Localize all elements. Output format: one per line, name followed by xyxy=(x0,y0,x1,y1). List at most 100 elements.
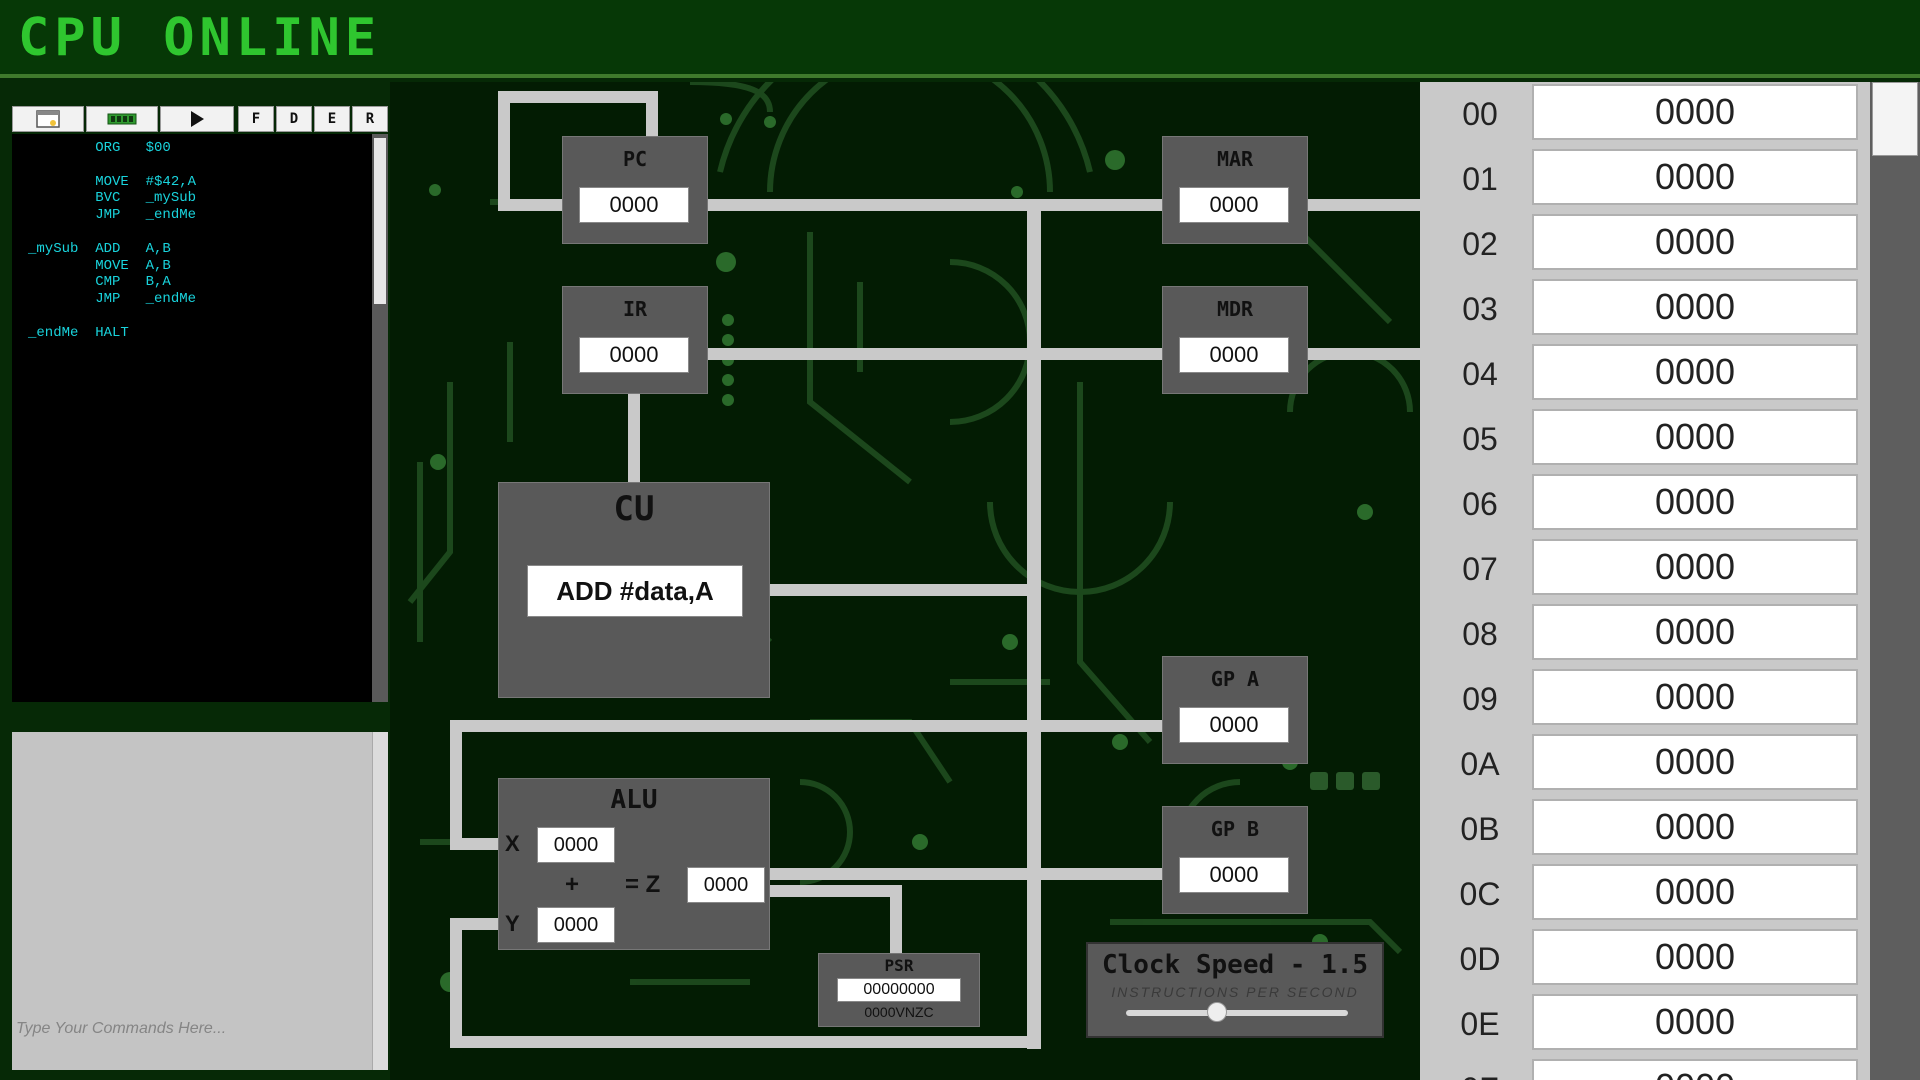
bus-line xyxy=(706,348,1162,360)
memory-row: 0B 0000 xyxy=(1420,797,1860,862)
memory-row: 0C 0000 xyxy=(1420,862,1860,927)
memory-address: 0A xyxy=(1460,746,1500,782)
mdr-value[interactable]: 0000 xyxy=(1179,337,1289,373)
memory-row: 07 0000 xyxy=(1420,537,1860,602)
mar-register: MAR 0000 xyxy=(1162,136,1308,244)
memory-value[interactable]: 0000 xyxy=(1532,734,1858,790)
alu-label: ALU xyxy=(610,785,658,815)
app-title: CPU ONLINE xyxy=(18,8,382,68)
memory-row: 08 0000 xyxy=(1420,602,1860,667)
bus-line xyxy=(628,392,640,482)
psr-flags: 0000VNZC xyxy=(864,1004,934,1020)
memory-address: 09 xyxy=(1462,681,1498,717)
console-scrollbar[interactable] xyxy=(372,732,388,1070)
memory-value[interactable]: 0000 xyxy=(1532,344,1858,400)
memory-row: 01 0000 xyxy=(1420,147,1860,212)
execute-button[interactable]: E xyxy=(314,106,350,132)
clock-speed-slider-track[interactable] xyxy=(1126,1010,1348,1016)
memory-row: 0E 0000 xyxy=(1420,992,1860,1057)
gp-a-label: GP A xyxy=(1210,667,1260,691)
memory-value[interactable]: 0000 xyxy=(1532,214,1858,270)
memory-address: 0F xyxy=(1420,1057,1540,1080)
memory-value[interactable]: 0000 xyxy=(1532,539,1858,595)
load-memory-button[interactable] xyxy=(86,106,158,132)
alu: ALU X 0000 + = Z 0000 Y 0000 xyxy=(498,778,770,950)
gp-a-register: GP A 0000 xyxy=(1162,656,1308,764)
pc-register: PC 0000 xyxy=(562,136,708,244)
memory-address: 01 xyxy=(1462,161,1498,197)
memory-row: 02 0000 xyxy=(1420,212,1860,277)
editor-scroll-thumb[interactable] xyxy=(374,138,386,304)
bus-line xyxy=(890,885,902,955)
gp-b-label: GP B xyxy=(1210,817,1260,841)
memory-row: 0F0000 xyxy=(1420,1057,1860,1080)
alu-x-label: X xyxy=(505,831,520,856)
bus-line xyxy=(1306,348,1420,360)
cu-label: CU xyxy=(613,489,655,529)
ir-value[interactable]: 0000 xyxy=(579,337,689,373)
alu-z-label: = Z xyxy=(625,871,661,898)
open-file-button[interactable] xyxy=(12,106,84,132)
memory-value[interactable]: 0000 xyxy=(1532,474,1858,530)
mar-label: MAR xyxy=(1216,147,1254,171)
memory-value[interactable]: 0000 xyxy=(1532,929,1858,985)
memory-value[interactable]: 0000 xyxy=(1532,1059,1858,1080)
memory-value[interactable]: 0000 xyxy=(1532,669,1858,725)
memory-address: 05 xyxy=(1462,421,1498,457)
mar-value[interactable]: 0000 xyxy=(1179,187,1289,223)
memory-row: 04 0000 xyxy=(1420,342,1860,407)
gp-b-register: GP B 0000 xyxy=(1162,806,1308,914)
memory-value[interactable]: 0000 xyxy=(1532,409,1858,465)
memory-value[interactable]: 0000 xyxy=(1532,84,1858,140)
memory-value[interactable]: 0000 xyxy=(1532,279,1858,335)
memory-row: 09 0000 xyxy=(1420,667,1860,732)
ir-label: IR xyxy=(622,297,648,321)
alu-y-value[interactable]: 0000 xyxy=(537,907,615,943)
alu-operator: + xyxy=(565,871,580,898)
memory-row: 0A 0000 xyxy=(1420,732,1860,797)
command-input[interactable] xyxy=(16,1020,356,1038)
memory-value[interactable]: 0000 xyxy=(1532,149,1858,205)
gp-b-value[interactable]: 0000 xyxy=(1179,857,1289,893)
memory-address: 0D xyxy=(1459,941,1501,977)
memory-scroll-thumb[interactable] xyxy=(1872,82,1918,156)
memory-scrollbar[interactable] xyxy=(1870,82,1920,1080)
bus-line xyxy=(450,720,1162,732)
assembly-code[interactable]: ORG $00 MOVE #$42,A BVC _mySub JMP _endM… xyxy=(28,140,196,342)
bus-line xyxy=(706,199,1162,211)
clock-speed-slider-handle[interactable] xyxy=(1207,1002,1228,1022)
memory-panel: 00 0000 01 0000 02 0000 03 0000 04 0000 05 0000 06 00… xyxy=(1420,82,1920,1080)
memory-row: 06 0000 xyxy=(1420,472,1860,537)
psr-value[interactable]: 00000000 xyxy=(837,978,961,1002)
run-button[interactable] xyxy=(160,106,234,132)
play-icon xyxy=(191,111,204,127)
reset-button[interactable]: R xyxy=(352,106,388,132)
bus-line xyxy=(1027,199,1041,1049)
memory-value[interactable]: 0000 xyxy=(1532,864,1858,920)
fetch-button[interactable]: F xyxy=(238,106,274,132)
memory-value[interactable]: 0000 xyxy=(1532,994,1858,1050)
header-bar: CPU ONLINE xyxy=(0,0,1920,78)
bus-line xyxy=(450,838,502,850)
clock-speed-title: Clock Speed - 1.5 xyxy=(1101,950,1369,980)
cu-instruction: ADD #data,A xyxy=(527,565,743,617)
alu-y-label: Y xyxy=(505,911,520,936)
clock-speed-panel: Clock Speed - 1.5 INSTRUCTIONS PER SECON… xyxy=(1086,942,1384,1038)
decode-button[interactable]: D xyxy=(276,106,312,132)
memory-value[interactable]: 0000 xyxy=(1532,799,1858,855)
bus-line xyxy=(770,885,902,897)
memory-address: 07 xyxy=(1462,551,1498,587)
bus-line xyxy=(450,1036,1040,1048)
alu-x-value[interactable]: 0000 xyxy=(537,827,615,863)
memory-value[interactable]: 0000 xyxy=(1532,604,1858,660)
bus-line xyxy=(450,918,462,1048)
alu-z-value[interactable]: 0000 xyxy=(687,867,765,903)
editor-scrollbar[interactable] xyxy=(372,134,388,702)
memory-address: 03 xyxy=(1462,291,1498,327)
memory-address: 00 xyxy=(1462,96,1498,132)
psr-register: PSR 00000000 0000VNZC xyxy=(818,953,980,1027)
window-icon xyxy=(36,110,60,128)
pc-value[interactable]: 0000 xyxy=(579,187,689,223)
gp-a-value[interactable]: 0000 xyxy=(1179,707,1289,743)
code-editor[interactable]: ORG $00 MOVE #$42,A BVC _mySub JMP _endM… xyxy=(12,134,388,702)
